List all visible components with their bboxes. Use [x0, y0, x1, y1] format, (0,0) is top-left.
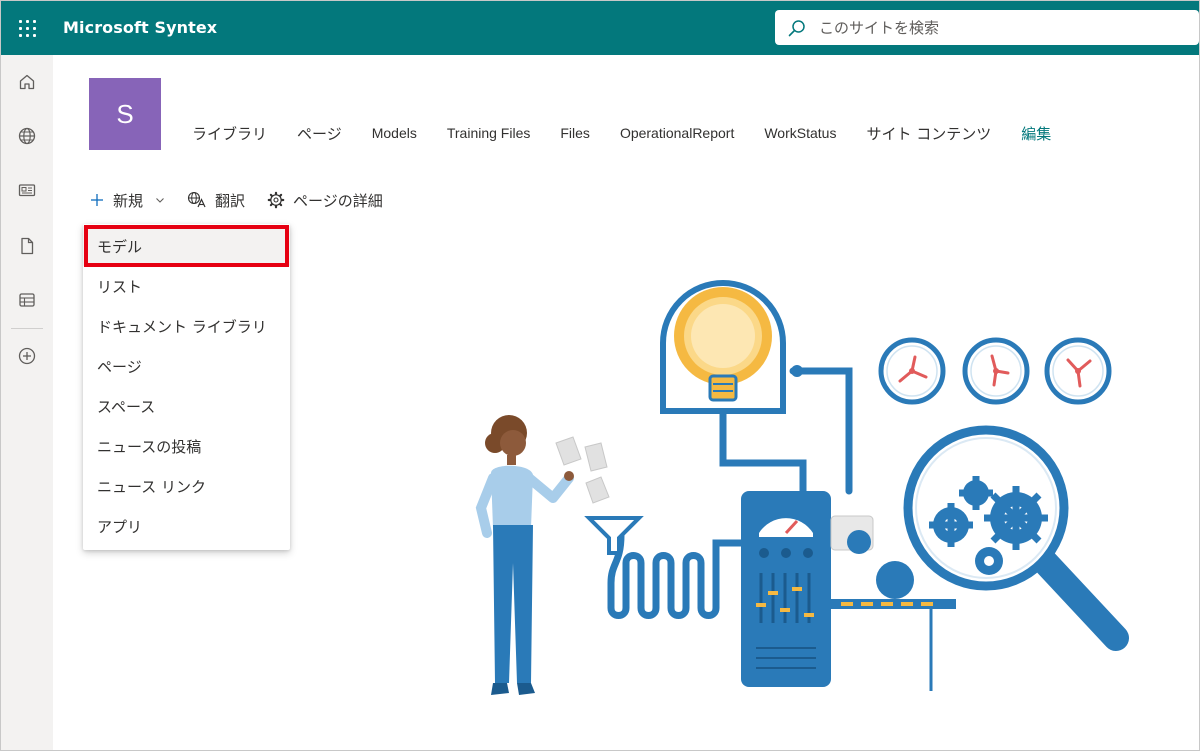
site-logo-letter: S [116, 98, 134, 129]
add-circle-icon [18, 347, 36, 365]
nav-item-site-contents[interactable]: サイト コンテンツ [851, 123, 1006, 144]
nav-edit-link[interactable]: 編集 [1006, 123, 1066, 144]
menu-item-page[interactable]: ページ [83, 346, 290, 386]
search-box[interactable] [775, 10, 1199, 45]
search-icon [775, 10, 819, 45]
nav-item-models[interactable]: Models [357, 125, 432, 141]
nav-item-training-files[interactable]: Training Files [432, 125, 546, 141]
create-button[interactable] [1, 336, 53, 376]
page-details-button[interactable]: ページの詳細 [267, 190, 383, 211]
person-illustration [475, 415, 574, 695]
app-title[interactable]: Microsoft Syntex [63, 18, 217, 37]
menu-item-news-link[interactable]: ニュース リンク [83, 466, 290, 506]
menu-item-news-post[interactable]: ニュースの投稿 [83, 426, 290, 466]
nav-item-pages[interactable]: ページ [282, 123, 357, 144]
menu-item-list[interactable]: リスト [83, 266, 290, 306]
menu-item-app[interactable]: アプリ [83, 506, 290, 546]
gear-icon [267, 191, 285, 209]
files-button[interactable] [1, 226, 53, 266]
lists-button[interactable] [1, 280, 53, 320]
nav-item-files[interactable]: Files [545, 125, 605, 141]
translate-button-label: 翻訳 [215, 191, 246, 210]
rail-divider [11, 328, 43, 329]
menu-item-document-library[interactable]: ドキュメント ライブラリ [83, 306, 290, 346]
left-app-bar [1, 55, 53, 750]
clock-icons [878, 337, 1112, 405]
new-button[interactable]: 新規 [89, 190, 165, 211]
site-logo[interactable]: S [89, 78, 161, 150]
chevron-down-icon [155, 195, 165, 205]
globe-icon [18, 127, 36, 145]
command-bar: 新規 翻訳 ページの詳細 [89, 185, 405, 215]
search-input[interactable] [819, 18, 1179, 37]
plus-icon [89, 192, 105, 208]
suite-bar: Microsoft Syntex [1, 1, 1199, 55]
nav-item-work-status[interactable]: WorkStatus [749, 125, 851, 141]
list-icon [19, 293, 35, 307]
menu-item-model[interactable]: モデル [83, 226, 290, 266]
new-menu: モデル リスト ドキュメント ライブラリ ページ スペース ニュースの投稿 ニュ… [83, 224, 290, 550]
app-launcher-button[interactable] [1, 1, 53, 55]
waffle-icon [18, 19, 36, 37]
home-icon [19, 74, 35, 90]
document-icon [21, 237, 34, 255]
site-navigation: ライブラリ ページ Models Training Files Files Op… [177, 119, 1066, 147]
syntex-illustration [475, 280, 1129, 695]
home-button[interactable] [1, 62, 53, 102]
translate-icon [187, 191, 207, 209]
sites-button[interactable] [1, 116, 53, 156]
new-button-label: 新規 [113, 191, 144, 210]
browser-frame: Microsoft Syntex このサイトを検索 S ライブラリ ページ Mo… [0, 0, 1200, 751]
news-button[interactable] [1, 170, 53, 210]
news-icon [18, 184, 36, 197]
translate-button[interactable]: 翻訳 [187, 190, 245, 211]
menu-item-space[interactable]: スペース [83, 386, 290, 426]
page-details-button-label: ページの詳細 [293, 191, 383, 210]
nav-item-operational-report[interactable]: OperationalReport [605, 125, 749, 141]
nav-item-library[interactable]: ライブラリ [177, 123, 282, 144]
